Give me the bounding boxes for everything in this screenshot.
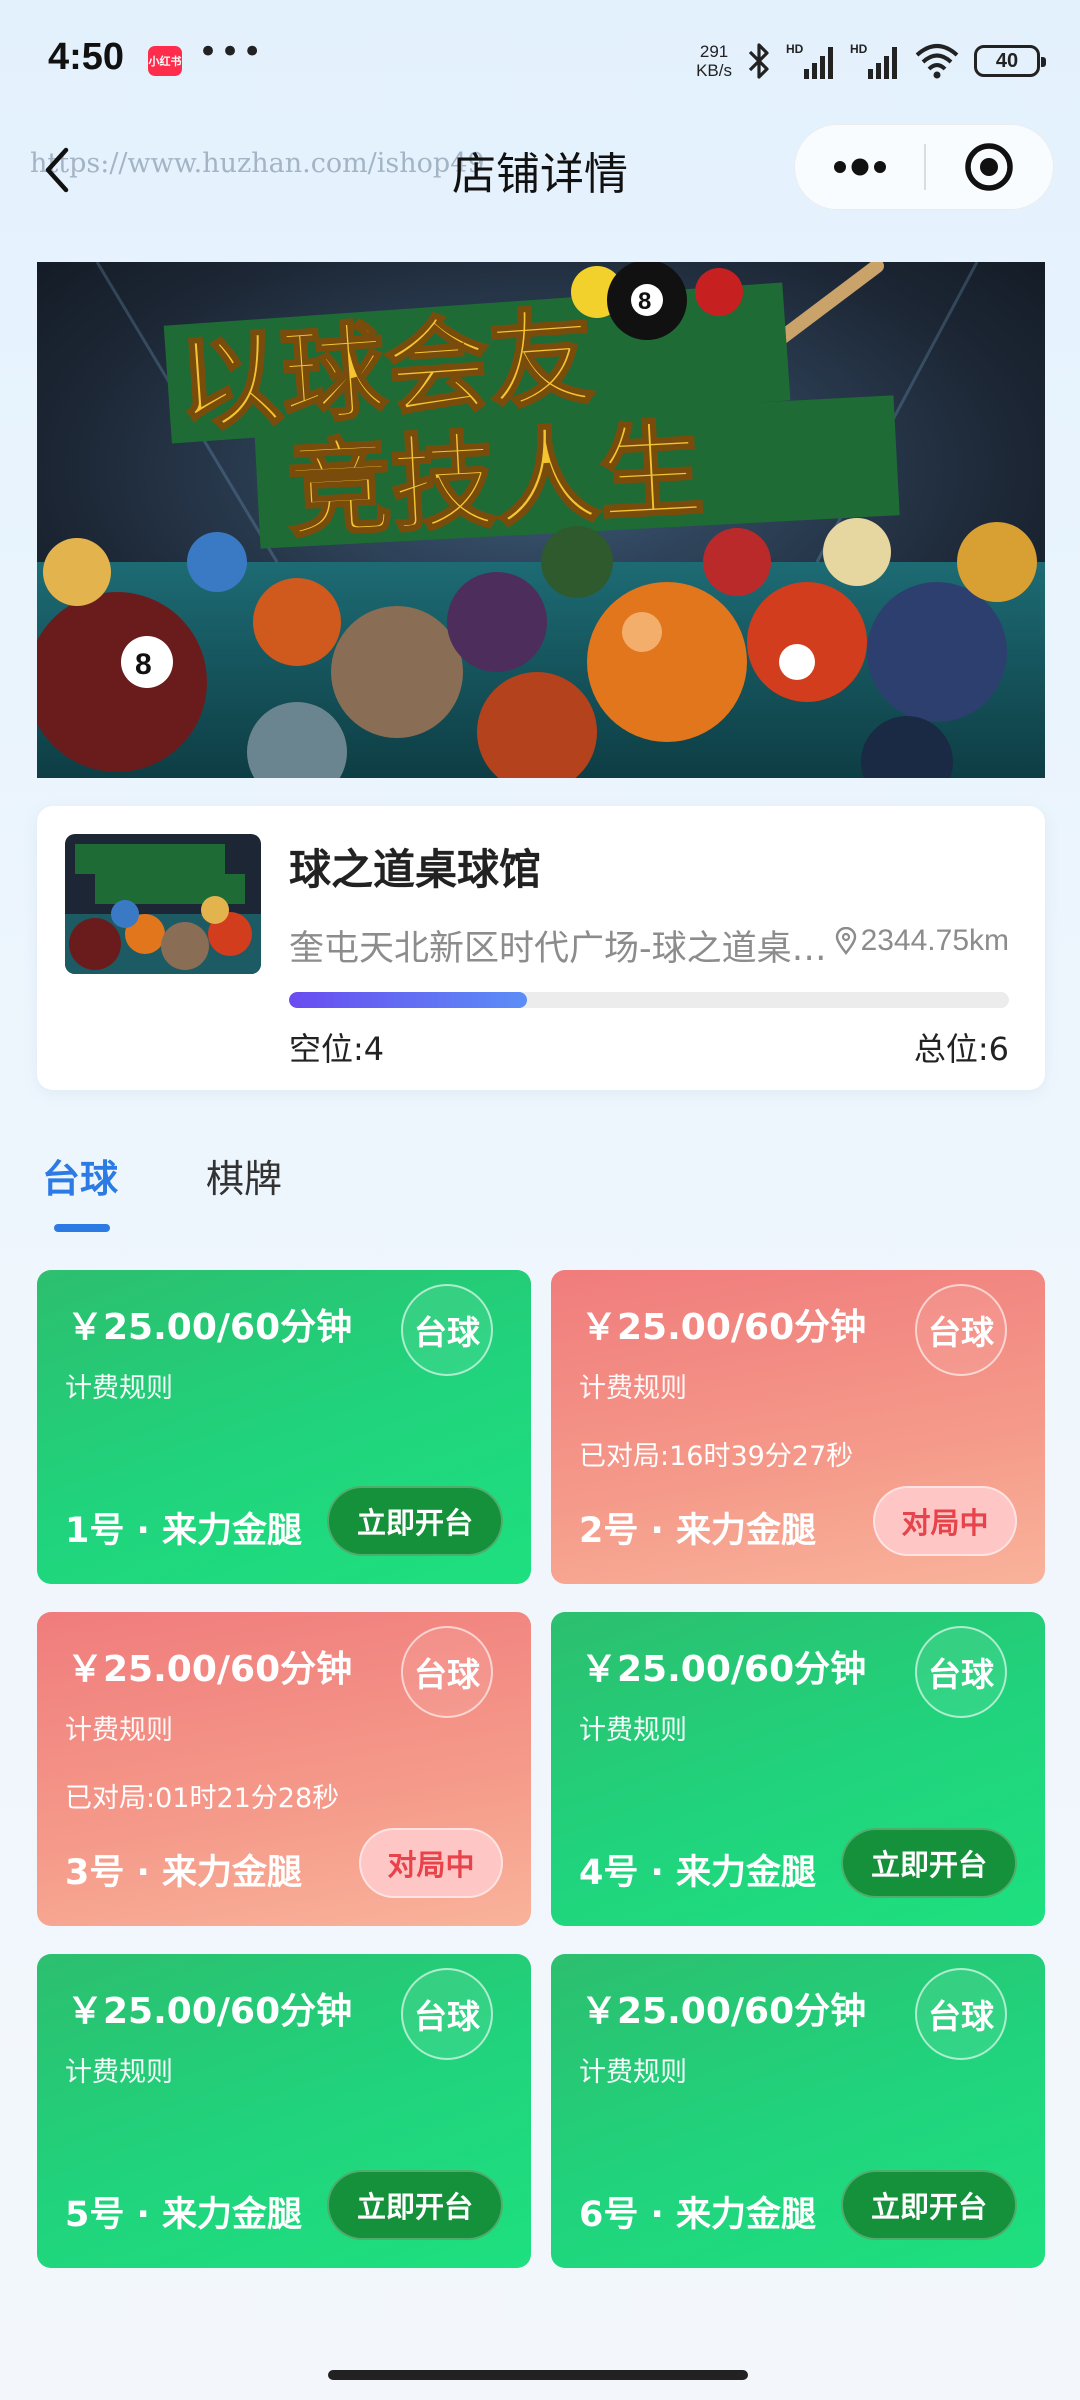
- svg-text:HD: HD: [786, 42, 804, 56]
- store-info-card[interactable]: 球之道桌球馆 奎屯天北新区时代广场-球之道桌球馆 2344.75km 空位:4 …: [37, 806, 1045, 1090]
- bluetooth-icon: [746, 41, 772, 81]
- status-bar: 4:50 小红书 ••• 291 KB/s HD HD 40: [0, 0, 1080, 120]
- table-price: ￥25.00/60分钟: [67, 1991, 353, 2032]
- table-name: 5号 · 来力金腿: [65, 2195, 303, 2235]
- tab-chess-cards[interactable]: 棋牌: [206, 1148, 282, 1203]
- nav-bar: https://www.huzhan.com/ishop49 店铺详情: [0, 120, 1080, 220]
- start-table-button[interactable]: 立即开台: [840, 1828, 1017, 1898]
- active-tab-indicator: [54, 1224, 110, 1232]
- store-thumbnail: [65, 834, 261, 974]
- table-card-1[interactable]: ￥25.00/60分钟 台球 计费规则 1号 · 来力金腿 立即开台: [37, 1270, 531, 1584]
- home-indicator[interactable]: [328, 2370, 748, 2380]
- location-pin-icon: [835, 927, 856, 955]
- start-table-button[interactable]: 立即开台: [326, 1486, 503, 1556]
- battery-icon: 40: [974, 45, 1046, 77]
- table-card-2[interactable]: ￥25.00/60分钟 台球 计费规则 已对局:16时39分27秒 2号 · 来…: [551, 1270, 1045, 1584]
- svg-text:8: 8: [638, 288, 651, 315]
- store-address: 奎屯天北新区时代广场-球之道桌球馆: [289, 929, 829, 969]
- table-price: ￥25.00/60分钟: [67, 1649, 353, 1690]
- table-type-badge: 台球: [401, 1626, 493, 1718]
- mini-program-capsule: [794, 124, 1054, 210]
- wifi-icon: [914, 41, 960, 81]
- table-type-badge: 台球: [915, 1626, 1007, 1718]
- billing-rule-link[interactable]: 计费规则: [579, 1708, 687, 1747]
- total-seats-label: 总位:6: [913, 1030, 1009, 1068]
- start-table-button[interactable]: 立即开台: [326, 2170, 503, 2240]
- table-price: ￥25.00/60分钟: [581, 1307, 867, 1348]
- more-menu-button[interactable]: [795, 124, 924, 210]
- notification-more-icon: •••: [198, 32, 265, 72]
- in-game-button[interactable]: 对局中: [359, 1828, 503, 1898]
- signal-icon-2: HD: [850, 41, 900, 81]
- occupancy-progress-fill: [289, 992, 527, 1008]
- billing-rule-link[interactable]: 计费规则: [579, 1366, 687, 1405]
- table-card-6[interactable]: ￥25.00/60分钟 台球 计费规则 6号 · 来力金腿 立即开台: [551, 1954, 1045, 2268]
- category-tabs: 台球 棋牌: [0, 1140, 1080, 1232]
- elapsed-time: 已对局:16时39分27秒: [579, 1441, 854, 1472]
- table-price: ￥25.00/60分钟: [67, 1307, 353, 1348]
- status-time: 4:50: [48, 36, 125, 78]
- table-type-badge: 台球: [915, 1968, 1007, 2060]
- tab-billiards[interactable]: 台球: [42, 1148, 118, 1203]
- target-circle-icon: [965, 143, 1014, 191]
- billing-rule-link[interactable]: 计费规则: [65, 1366, 173, 1405]
- store-distance: 2344.75km: [835, 924, 1009, 958]
- billing-rule-link[interactable]: 计费规则: [65, 2050, 173, 2089]
- table-price: ￥25.00/60分钟: [581, 1991, 867, 2032]
- table-card-4[interactable]: ￥25.00/60分钟 台球 计费规则 4号 · 来力金腿 立即开台: [551, 1612, 1045, 1926]
- table-name: 2号 · 来力金腿: [579, 1511, 817, 1551]
- network-speed: 291 KB/s: [696, 42, 732, 80]
- svg-text:8: 8: [135, 648, 152, 681]
- xiaohongshu-app-icon: 小红书: [148, 46, 182, 76]
- occupancy-progress-bar: [289, 992, 1009, 1008]
- table-type-badge: 台球: [401, 1968, 493, 2060]
- svg-text:HD: HD: [850, 42, 868, 56]
- table-name: 4号 · 来力金腿: [579, 1853, 817, 1893]
- close-mini-program-button[interactable]: [926, 124, 1053, 210]
- elapsed-time: 已对局:01时21分28秒: [65, 1783, 340, 1814]
- table-type-badge: 台球: [915, 1284, 1007, 1376]
- billing-rule-link[interactable]: 计费规则: [65, 1708, 173, 1747]
- in-game-button[interactable]: 对局中: [873, 1486, 1017, 1556]
- more-dots-icon: [833, 158, 886, 176]
- table-name: 1号 · 来力金腿: [65, 1511, 303, 1551]
- billing-rule-link[interactable]: 计费规则: [579, 2050, 687, 2089]
- signal-icon-1: HD: [786, 41, 836, 81]
- table-name: 6号 · 来力金腿: [579, 2195, 817, 2235]
- table-price: ￥25.00/60分钟: [581, 1649, 867, 1690]
- table-name: 3号 · 来力金腿: [65, 1853, 303, 1893]
- table-type-badge: 台球: [401, 1284, 493, 1376]
- table-card-3[interactable]: ￥25.00/60分钟 台球 计费规则 已对局:01时21分28秒 3号 · 来…: [37, 1612, 531, 1926]
- svg-text:竞技人生: 竞技人生: [284, 408, 706, 552]
- store-banner-image: 以球会友 竞技人生 8 8: [37, 262, 1045, 778]
- start-table-button[interactable]: 立即开台: [840, 2170, 1017, 2240]
- free-seats-label: 空位:4: [289, 1030, 385, 1068]
- table-card-5[interactable]: ￥25.00/60分钟 台球 计费规则 5号 · 来力金腿 立即开台: [37, 1954, 531, 2268]
- store-name: 球之道桌球馆: [289, 845, 542, 894]
